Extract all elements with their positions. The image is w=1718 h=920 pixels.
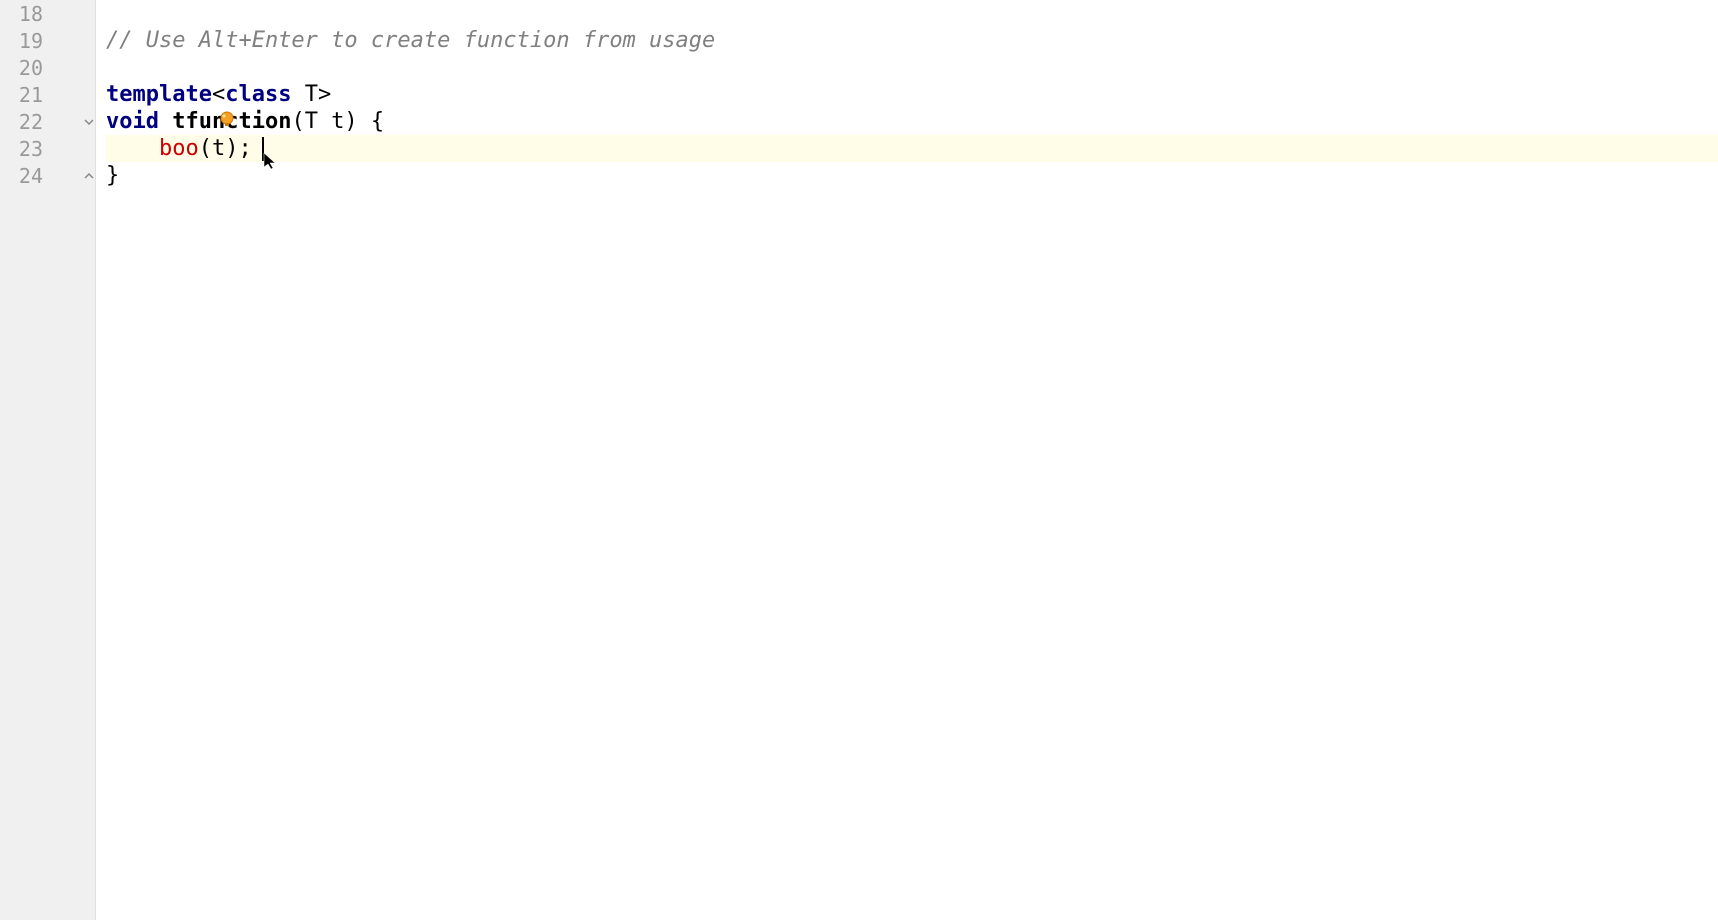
space <box>159 109 172 134</box>
comment-text: // Use Alt+Enter to create function from… <box>106 28 715 53</box>
call-args: (t); <box>199 136 252 161</box>
line-number[interactable]: 24 <box>0 162 95 189</box>
template-param: T> <box>291 82 331 107</box>
indent <box>106 136 159 161</box>
fold-open-icon[interactable] <box>83 116 95 128</box>
code-line-20[interactable] <box>106 54 1718 81</box>
line-number[interactable]: 21 <box>0 81 95 108</box>
code-line-22[interactable]: void tfunction(T t) { <box>106 108 1718 135</box>
line-number-text: 22 <box>19 110 43 134</box>
params: (T t) { <box>291 109 384 134</box>
intention-bulb-icon[interactable] <box>218 110 236 128</box>
code-line-18[interactable] <box>106 0 1718 27</box>
line-number-text: 23 <box>19 137 43 161</box>
code-editor[interactable]: // Use Alt+Enter to create function from… <box>96 0 1718 920</box>
line-number-text: 21 <box>19 83 43 107</box>
fold-close-icon[interactable] <box>83 170 95 182</box>
code-line-21[interactable]: template<class T> <box>106 81 1718 108</box>
line-number[interactable]: 20 <box>0 54 95 81</box>
line-number-text: 19 <box>19 29 43 53</box>
keyword-template: template <box>106 82 212 107</box>
line-number[interactable]: 22 <box>0 108 95 135</box>
keyword-void: void <box>106 109 159 134</box>
close-brace: } <box>106 163 119 188</box>
line-number-text: 20 <box>19 56 43 80</box>
symbol: < <box>212 82 225 107</box>
line-number-text: 24 <box>19 164 43 188</box>
mouse-cursor-icon <box>262 151 280 171</box>
line-number-text: 18 <box>19 2 43 26</box>
line-number[interactable]: 19 <box>0 27 95 54</box>
code-line-19[interactable]: // Use Alt+Enter to create function from… <box>106 27 1718 54</box>
line-number[interactable]: 18 <box>0 0 95 27</box>
code-line-23[interactable]: boo(t); <box>106 135 1718 162</box>
code-line-24[interactable]: } <box>106 162 1718 189</box>
line-number[interactable]: 23 <box>0 135 95 162</box>
keyword-class: class <box>225 82 291 107</box>
unresolved-function: boo <box>159 136 199 161</box>
editor-gutter: 18 19 20 21 22 23 24 <box>0 0 96 920</box>
